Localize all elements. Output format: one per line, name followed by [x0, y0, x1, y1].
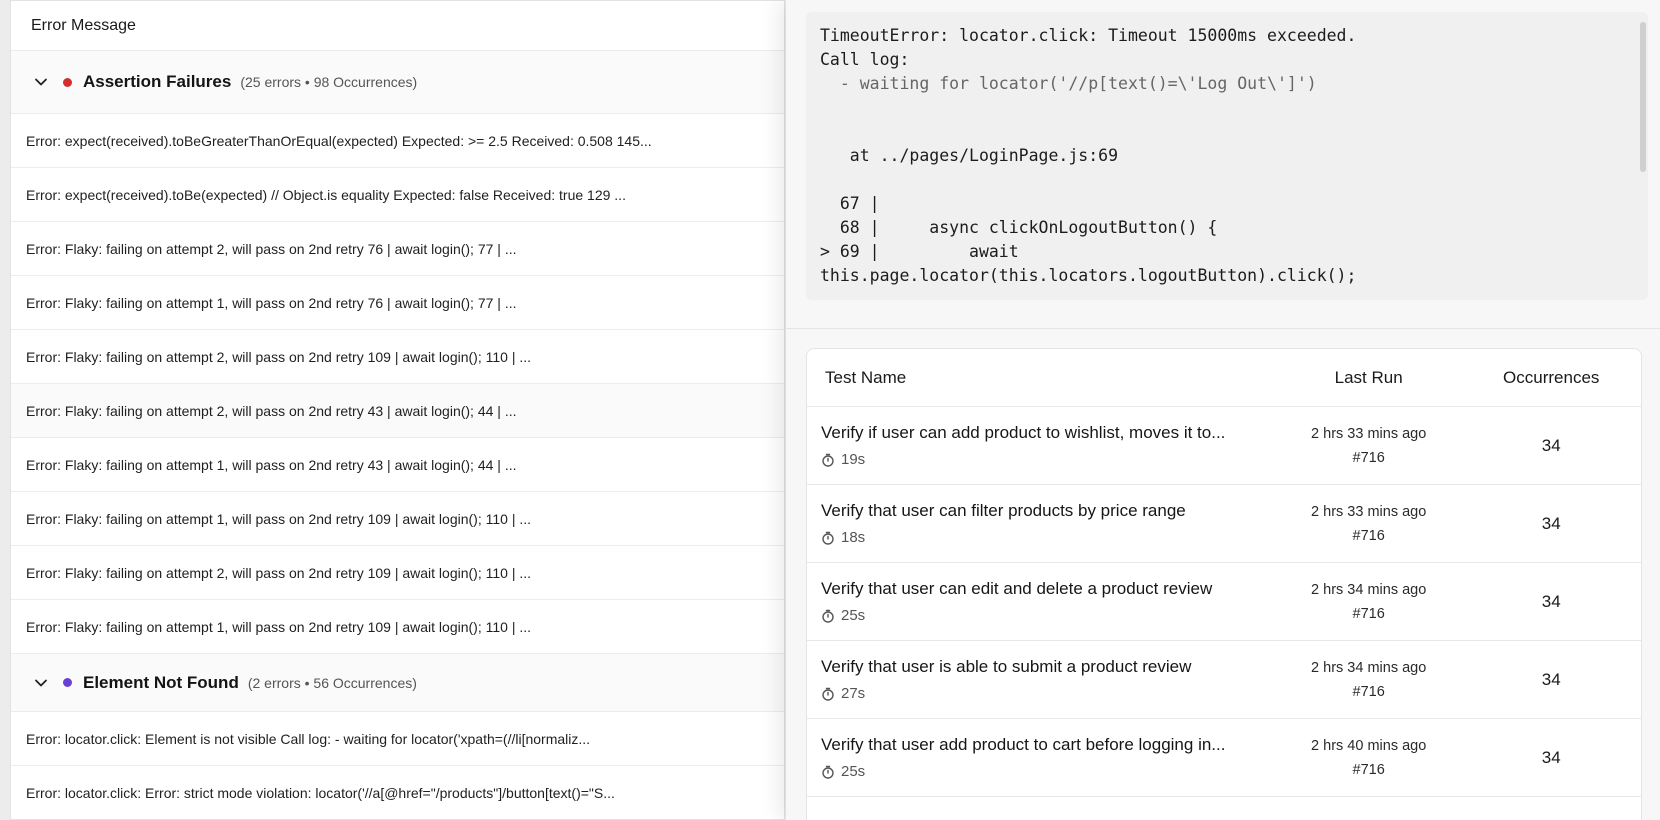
stopwatch-icon — [822, 453, 834, 467]
run-id-link[interactable]: #716 — [1276, 680, 1462, 704]
code-line: > 69 | await — [820, 242, 1019, 261]
stack-trace-box[interactable]: TimeoutError: locator.click: Timeout 150… — [806, 12, 1648, 300]
last-run-time: 2 hrs 34 mins ago — [1311, 659, 1427, 676]
error-row[interactable]: Error: expect(received).toBeGreaterThanO… — [11, 114, 784, 168]
run-id-link[interactable]: #716 — [1276, 758, 1462, 782]
test-duration: 19s — [841, 451, 866, 468]
table-row[interactable]: Verify if user can add product to wishli… — [807, 407, 1641, 485]
occurrence-count: 34 — [1541, 513, 1561, 533]
stopwatch-icon — [822, 531, 834, 545]
occurrence-count: 34 — [1541, 747, 1561, 767]
group-meta: (2 errors • 56 Occurrences) — [247, 674, 417, 691]
error-row[interactable]: Error: expect(received).toBe(expected) /… — [11, 168, 784, 222]
occurrence-count: 34 — [1541, 591, 1561, 611]
stopwatch-icon — [822, 687, 834, 701]
code-line: TimeoutError: locator.click: Timeout 150… — [820, 26, 1357, 45]
error-row[interactable]: Error: Flaky: failing on attempt 1, will… — [11, 600, 784, 654]
table-row[interactable]: Verify that user can filter products by … — [807, 485, 1641, 563]
error-row[interactable]: Error: Flaky: failing on attempt 1, will… — [11, 438, 784, 492]
error-list-panel: Error Message Assertion Failures (25 err… — [10, 0, 785, 820]
code-line: this.page.locator(this.locators.logoutBu… — [820, 266, 1357, 285]
status-dot-red — [63, 77, 72, 87]
error-row[interactable]: Error: locator.click: Error: strict mode… — [11, 766, 784, 819]
run-id-link[interactable]: #716 — [1276, 524, 1462, 548]
status-dot-purple — [63, 678, 72, 687]
last-run-time: 2 hrs 33 mins ago — [1311, 503, 1427, 520]
occurrence-count: 34 — [1541, 435, 1561, 455]
occurrence-count: 34 — [1541, 669, 1561, 689]
stack-trace: TimeoutError: locator.click: Timeout 150… — [806, 12, 1648, 288]
error-row[interactable]: Error: Flaky: failing on attempt 1, will… — [11, 276, 784, 330]
code-line: - waiting for locator('//p[text()=\'Log … — [820, 74, 1317, 93]
affected-tests-table: Test Name Last Run Occurrences Verify if… — [806, 348, 1642, 820]
test-duration: 27s — [841, 685, 866, 702]
test-name[interactable]: Verify that user is able to submit a pro… — [821, 657, 1256, 677]
error-group-assertion-failures[interactable]: Assertion Failures (25 errors • 98 Occur… — [11, 51, 784, 114]
last-run-time: 2 hrs 40 mins ago — [1311, 737, 1427, 754]
group-meta: (25 errors • 98 Occurrences) — [240, 74, 418, 90]
stopwatch-icon — [822, 609, 834, 623]
code-line: Call log: — [820, 50, 910, 69]
table-row[interactable]: Verify that user is able to submit a pro… — [807, 641, 1641, 719]
scrollbar[interactable] — [1640, 22, 1646, 172]
error-detail-panel: TimeoutError: locator.click: Timeout 150… — [786, 0, 1660, 820]
test-name[interactable]: Verify that user add product to cart bef… — [821, 735, 1256, 755]
chevron-down-icon[interactable] — [33, 675, 49, 691]
chevron-down-icon[interactable] — [33, 74, 49, 90]
divider — [786, 328, 1660, 329]
test-name[interactable]: Verify that user can filter products by … — [821, 501, 1256, 521]
code-line: 68 | async clickOnLogoutButton() { — [820, 218, 1218, 237]
last-run-time: 2 hrs 34 mins ago — [1311, 581, 1427, 598]
error-row[interactable]: Error: Flaky: failing on attempt 1, will… — [11, 492, 784, 546]
col-last-run[interactable]: Last Run — [1276, 368, 1462, 388]
group-title: Assertion Failures — [83, 72, 232, 91]
stopwatch-icon — [822, 765, 834, 779]
run-id-link[interactable]: #716 — [1276, 602, 1462, 626]
test-name[interactable]: Verify that user can edit and delete a p… — [821, 579, 1256, 599]
run-id-link[interactable]: #716 — [1276, 446, 1462, 470]
test-duration: 18s — [841, 529, 866, 546]
code-line: at ../pages/LoginPage.js:69 — [820, 146, 1119, 165]
error-row[interactable]: Error: Flaky: failing on attempt 2, will… — [11, 384, 784, 438]
test-name[interactable]: Verify if user can add product to wishli… — [821, 423, 1256, 443]
test-duration: 25s — [841, 607, 866, 624]
test-duration: 25s — [841, 763, 866, 780]
table-row[interactable]: Verify that user add product to cart bef… — [807, 719, 1641, 797]
error-group-element-not-found[interactable]: Element Not Found (2 errors • 56 Occurre… — [11, 654, 784, 712]
error-row[interactable]: Error: Flaky: failing on attempt 2, will… — [11, 222, 784, 276]
group-title: Element Not Found — [83, 672, 239, 692]
code-line: 67 | — [820, 194, 880, 213]
error-row[interactable]: Error: Flaky: failing on attempt 2, will… — [11, 546, 784, 600]
table-row[interactable]: Verify that user can edit and delete a p… — [807, 563, 1641, 641]
last-run-time: 2 hrs 33 mins ago — [1311, 425, 1427, 442]
col-occurrences[interactable]: Occurrences — [1461, 368, 1641, 388]
error-message-header: Error Message — [11, 1, 784, 51]
col-test-name[interactable]: Test Name — [807, 368, 1276, 388]
error-row[interactable]: Error: locator.click: Element is not vis… — [11, 712, 784, 766]
table-header: Test Name Last Run Occurrences — [807, 349, 1641, 407]
error-row[interactable]: Error: Flaky: failing on attempt 2, will… — [11, 330, 784, 384]
